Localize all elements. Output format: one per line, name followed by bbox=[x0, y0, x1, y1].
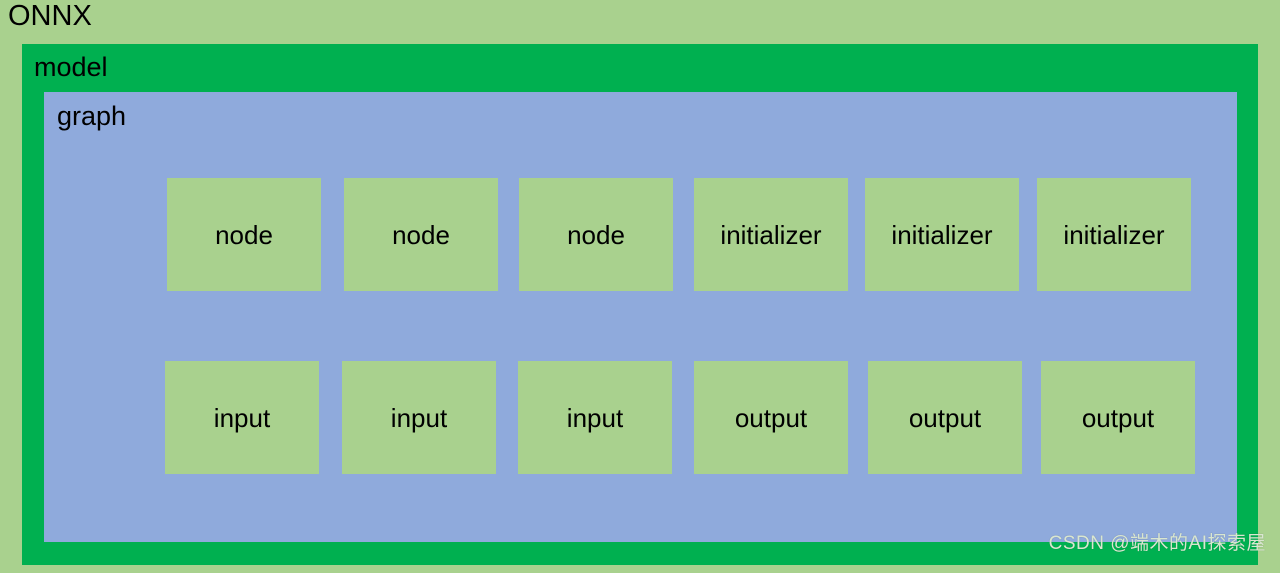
graph-item-label: input bbox=[566, 402, 624, 433]
graph-item-label: input bbox=[390, 402, 448, 433]
graph-item-output[interactable]: output bbox=[868, 361, 1022, 474]
graph-item-label: initializer bbox=[891, 219, 993, 250]
model-container: model graph node node node initializer initi… bbox=[22, 44, 1258, 565]
graph-item-output[interactable]: output bbox=[1041, 361, 1195, 474]
graph-item-label: initializer bbox=[1063, 219, 1165, 250]
graph-item-initializer[interactable]: initializer bbox=[694, 178, 848, 291]
graph-item-initializer[interactable]: initializer bbox=[1037, 178, 1191, 291]
graph-item-input[interactable]: input bbox=[518, 361, 672, 474]
graph-container: graph node node node initializer initializer… bbox=[44, 92, 1237, 542]
graph-item-label: node bbox=[392, 219, 450, 250]
onnx-container: ONNX model graph node node node initializer… bbox=[0, 0, 1280, 573]
graph-item-label: output bbox=[908, 402, 982, 433]
model-label: model bbox=[34, 52, 108, 82]
graph-item-label: node bbox=[567, 219, 625, 250]
graph-item-label: output bbox=[1081, 402, 1155, 433]
graph-item-node[interactable]: node bbox=[519, 178, 673, 291]
graph-item-label: node bbox=[215, 219, 273, 250]
onnx-label: ONNX bbox=[8, 0, 92, 32]
graph-item-label: output bbox=[734, 402, 808, 433]
graph-label: graph bbox=[57, 101, 127, 131]
graph-item-node[interactable]: node bbox=[344, 178, 498, 291]
graph-item-output[interactable]: output bbox=[694, 361, 848, 474]
graph-item-initializer[interactable]: initializer bbox=[865, 178, 1019, 291]
graph-item-input[interactable]: input bbox=[165, 361, 319, 474]
csdn-watermark: CSDN @端木的AI探索屋 bbox=[1048, 533, 1266, 554]
graph-item-label: initializer bbox=[720, 219, 822, 250]
graph-item-input[interactable]: input bbox=[342, 361, 496, 474]
graph-item-label: input bbox=[213, 402, 271, 433]
graph-item-node[interactable]: node bbox=[167, 178, 321, 291]
